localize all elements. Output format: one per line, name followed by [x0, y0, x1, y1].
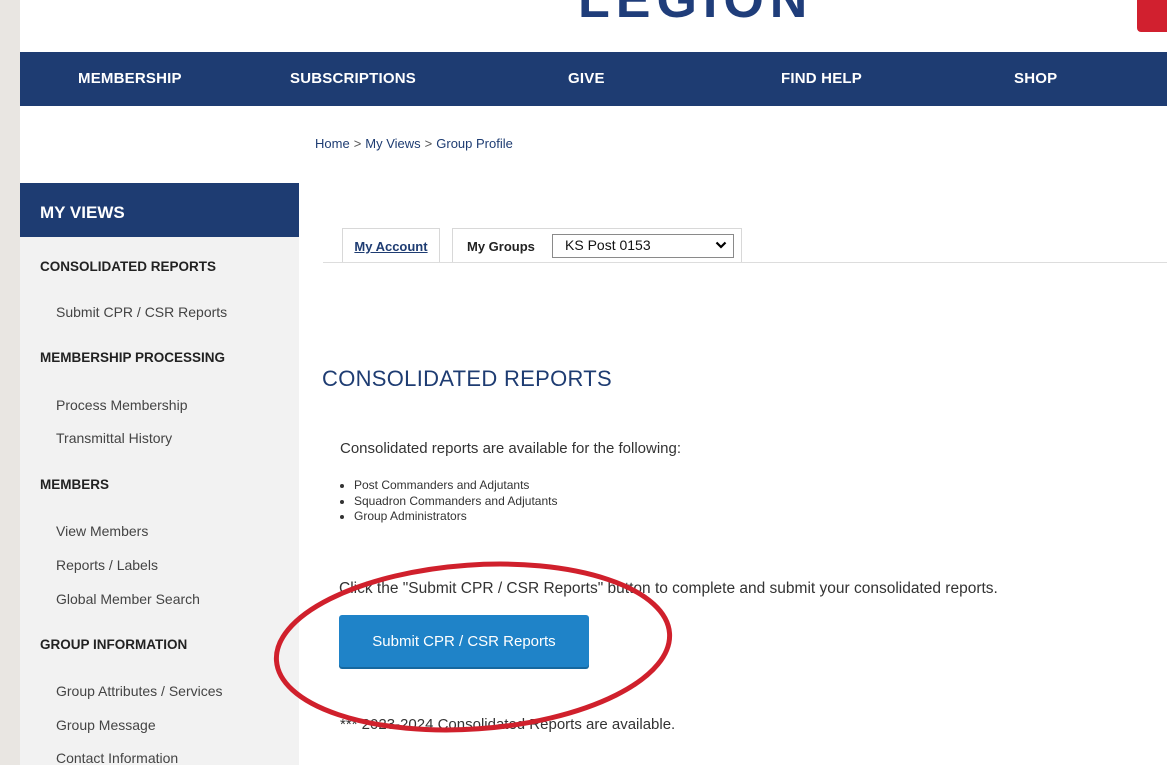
page-title: CONSOLIDATED REPORTS — [322, 366, 613, 391]
breadcrumb-my-views[interactable]: My Views — [365, 136, 420, 151]
sidebar-item-group-message[interactable]: Group Message — [56, 717, 156, 733]
sidebar: CONSOLIDATED REPORTS Submit CPR / CSR Re… — [20, 237, 299, 765]
nav-membership[interactable]: MEMBERSHIP — [78, 52, 182, 106]
nav-find-help[interactable]: FIND HELP — [781, 52, 862, 106]
sidebar-title: MY VIEWS — [40, 203, 125, 222]
sidebar-header: MY VIEWS — [20, 183, 299, 237]
breadcrumb-separator: > — [424, 136, 433, 151]
list-item: Group Administrators — [354, 509, 557, 525]
red-corner-tab[interactable] — [1137, 0, 1167, 32]
breadcrumb-separator: > — [353, 136, 362, 151]
sidebar-section-membership-processing: MEMBERSHIP PROCESSING — [40, 350, 226, 365]
sidebar-item-submit-cpr-csr-reports[interactable]: Submit CPR / CSR Reports — [56, 304, 227, 320]
group-select-value: KS Post 0153 — [565, 237, 651, 253]
eligible-roles-list: Post Commanders and Adjutants Squadron C… — [338, 478, 557, 525]
sidebar-item-global-member-search[interactable]: Global Member Search — [56, 591, 200, 607]
breadcrumb-group-profile: Group Profile — [436, 136, 513, 151]
submit-cpr-csr-reports-button[interactable]: Submit CPR / CSR Reports — [339, 615, 589, 667]
tab-my-groups[interactable]: My Groups KS Post 0153 — [452, 228, 742, 262]
sidebar-section-members: MEMBERS — [40, 477, 110, 492]
page: LEGION MEMBERSHIP SUBSCRIPTIONS GIVE FIN… — [20, 0, 1167, 765]
chevron-down-icon[interactable] — [715, 239, 727, 251]
sidebar-item-view-members[interactable]: View Members — [56, 523, 148, 539]
intro-text: Consolidated reports are available for t… — [340, 440, 682, 457]
tab-my-account[interactable]: My Account — [342, 228, 440, 262]
logo-strip: LEGION — [20, 0, 1167, 52]
sidebar-item-process-membership[interactable]: Process Membership — [56, 397, 188, 413]
tab-my-groups-label: My Groups — [467, 239, 535, 254]
sidebar-section-group-information: GROUP INFORMATION — [40, 637, 188, 652]
site-logo[interactable]: LEGION — [578, 0, 813, 30]
group-select[interactable]: KS Post 0153 — [552, 234, 734, 258]
tabs-divider — [323, 262, 1167, 263]
list-item: Squadron Commanders and Adjutants — [354, 494, 557, 510]
nav-give[interactable]: GIVE — [568, 52, 605, 106]
list-item: Post Commanders and Adjutants — [354, 478, 557, 494]
nav-subscriptions[interactable]: SUBSCRIPTIONS — [290, 52, 416, 106]
sidebar-item-group-attributes-services[interactable]: Group Attributes / Services — [56, 683, 223, 699]
sidebar-item-transmittal-history[interactable]: Transmittal History — [56, 430, 172, 446]
instruction-text: Click the "Submit CPR / CSR Reports" but… — [339, 580, 998, 597]
availability-note: *** 2023-2024 Consolidated Reports are a… — [340, 716, 676, 733]
main-navbar: MEMBERSHIP SUBSCRIPTIONS GIVE FIND HELP … — [20, 52, 1167, 106]
nav-shop[interactable]: SHOP — [1014, 52, 1057, 106]
sidebar-section-consolidated-reports: CONSOLIDATED REPORTS — [40, 259, 217, 274]
breadcrumb: Home > My Views > Group Profile — [315, 136, 513, 151]
sidebar-item-contact-information[interactable]: Contact Information — [56, 750, 178, 765]
breadcrumb-home[interactable]: Home — [315, 136, 350, 151]
sidebar-item-reports-labels[interactable]: Reports / Labels — [56, 557, 158, 573]
